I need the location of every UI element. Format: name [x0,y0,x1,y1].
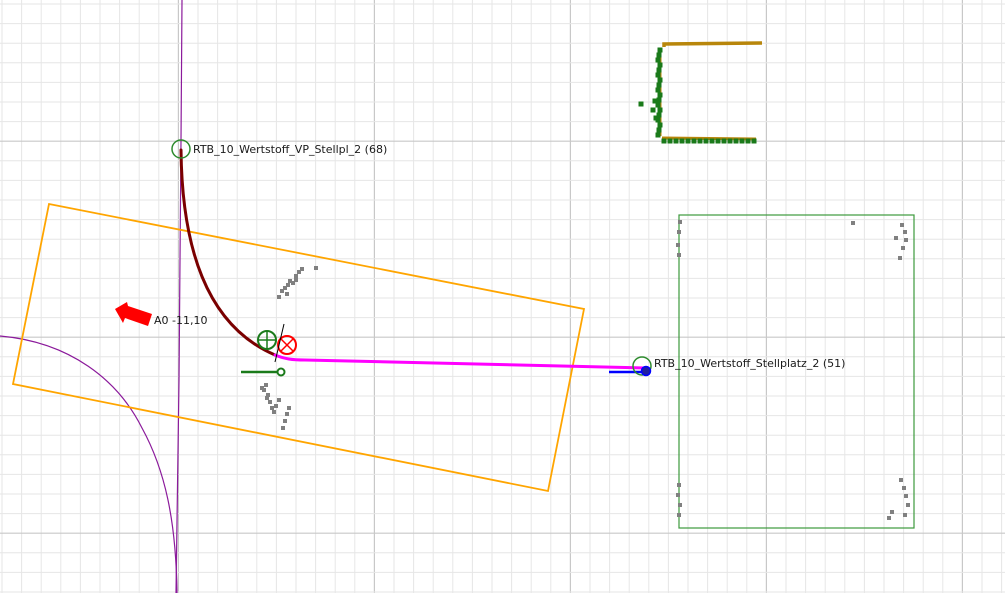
scan-point [900,223,904,227]
map-canvas[interactable]: RTB_10_Wertstoff_VP_Stellpl_2 (68) RTB_1… [0,0,1005,593]
scan-point [656,82,662,88]
scan-point [676,243,680,247]
scan-point [661,138,667,144]
scan-point [656,52,662,58]
scan-point [691,138,697,144]
scan-point [272,410,276,414]
target-station-label: RTB_10_Wertstoff_Stellplatz_2 (51) [654,357,845,370]
scan-point [697,138,703,144]
scan-point [657,47,663,53]
scan-point [903,230,907,234]
scan-point [260,386,264,390]
vehicle-footprint[interactable] [11,202,586,493]
guide-vertical-line [175,0,183,593]
scan-point [300,267,304,271]
scan-point [703,138,709,144]
scan-point [655,132,661,138]
scan-point [715,138,721,144]
scan-point [667,138,673,144]
scan-point [890,510,894,514]
scan-point [899,478,903,482]
scan-point [655,72,661,78]
scan-point [286,283,290,287]
scan-point [685,138,691,144]
vehicle-direction-arrow [115,302,152,326]
scan-point [894,236,898,240]
scan-point [904,238,908,242]
scan-point [314,266,318,270]
start-station[interactable]: RTB_10_Wertstoff_VP_Stellpl_2 (68) [171,139,387,159]
scan-point [655,57,661,63]
scan-point [679,138,685,144]
guide-lines [0,0,183,593]
scan-point [677,253,681,257]
scan-point [903,513,907,517]
scan-point [656,67,662,73]
scan-point [294,274,298,278]
scan-point [887,516,891,520]
scan-point [274,404,278,408]
vehicle-pose[interactable] [241,323,297,377]
scan-point [657,92,663,98]
start-station-label: RTB_10_Wertstoff_VP_Stellpl_2 (68) [193,143,387,156]
target-point [640,365,652,377]
scan-point [677,230,681,234]
scan-point [673,138,679,144]
scan-point [851,221,855,225]
scan-point [285,292,289,296]
reference-marker-dot [276,367,286,377]
scan-point [653,115,659,121]
scan-wall-points [638,41,763,144]
scan-point [655,87,661,93]
vehicle-indicator[interactable]: A0 -11,10 [115,302,207,327]
scan-point [677,513,681,517]
map-grid [0,0,1005,593]
scan-point [733,138,739,144]
scan-point [277,398,281,402]
scan-point [906,503,910,507]
scan-point [657,107,663,113]
scan-point [677,483,681,487]
scan-point [650,107,656,113]
scan-point [270,406,274,410]
scan-point [638,101,644,107]
scan-point [657,62,663,68]
scan-point [901,246,905,250]
scan-point [902,486,906,490]
scan-point [277,295,281,299]
scan-point [656,127,662,133]
scan-point [678,220,682,224]
scan-point [287,406,291,410]
guide-curve [0,335,178,593]
vehicle-label: A0 -11,10 [154,314,207,327]
scan-point [727,138,733,144]
scan-point [657,77,663,83]
scan-point [285,412,289,416]
scan-point [281,426,285,430]
scan-point [283,419,287,423]
scan-point [657,122,663,128]
scan-point [898,256,902,260]
parking-area[interactable] [678,214,915,529]
scan-point [265,396,269,400]
scan-point [751,138,757,144]
scan-point [652,98,658,104]
scan-point [709,138,715,144]
scan-point [264,383,268,387]
scan-point [721,138,727,144]
scan-point [904,494,908,498]
scan-point [294,278,298,282]
scan-point [745,138,751,144]
scan-point [676,493,680,497]
scan-point [678,503,682,507]
scan-point [739,138,745,144]
scan-point [268,400,272,404]
